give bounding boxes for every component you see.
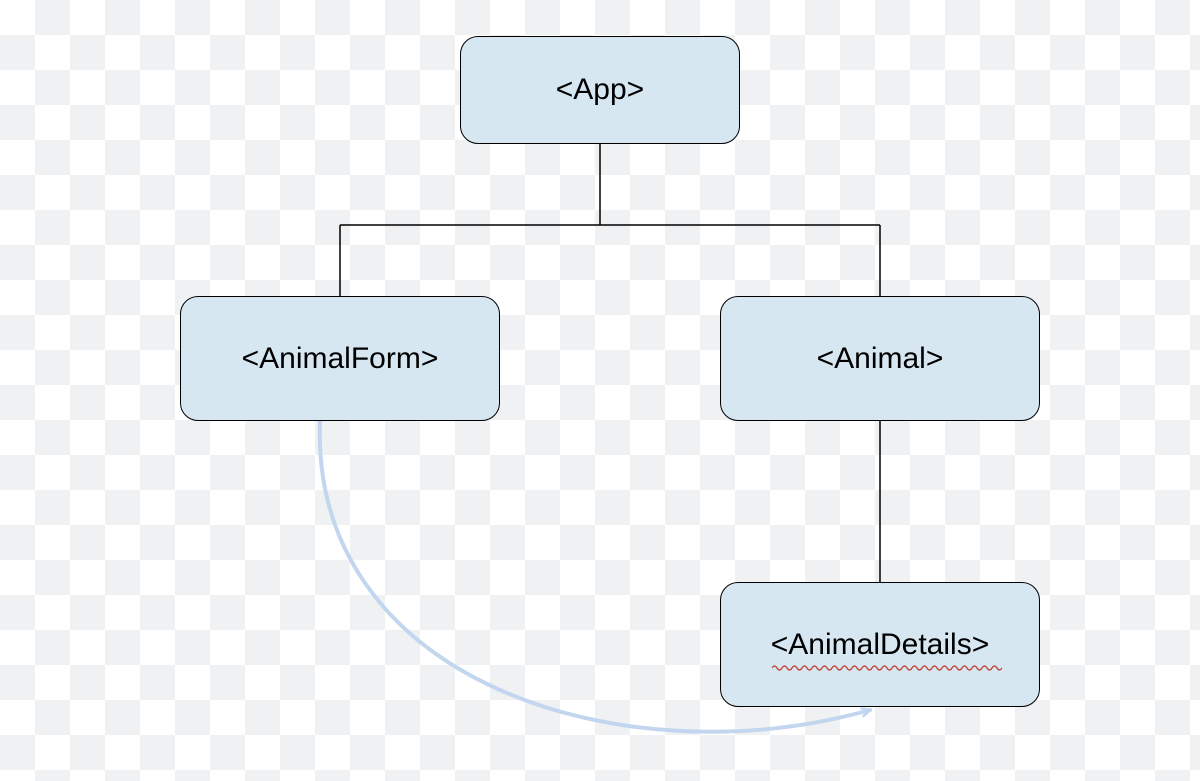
node-animaldetails-label: <AnimalDetails>: [771, 628, 989, 662]
diagram-canvas: <App> <AnimalForm> <Animal> <AnimalDetai…: [0, 0, 1200, 781]
node-animal[interactable]: <Animal>: [720, 296, 1040, 421]
node-app[interactable]: <App>: [460, 36, 740, 144]
node-app-label: <App>: [556, 73, 644, 107]
node-animal-label: <Animal>: [817, 342, 944, 376]
node-animalform-label: <AnimalForm>: [242, 342, 439, 376]
node-animalform[interactable]: <AnimalForm>: [180, 296, 500, 421]
node-animaldetails[interactable]: <AnimalDetails>: [720, 582, 1040, 707]
